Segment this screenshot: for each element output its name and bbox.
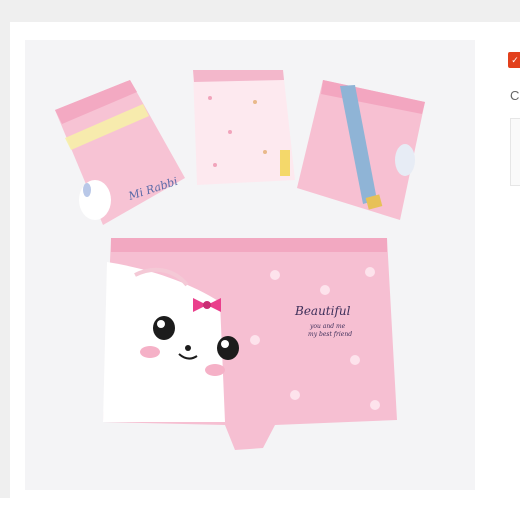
- main-underwear: Beautiful you and me my best friend: [103, 238, 397, 450]
- folded-underwear-right: [297, 80, 425, 220]
- folded-underwear-middle: [193, 70, 295, 185]
- bottom-strip: [0, 498, 520, 520]
- side-option-box[interactable]: [510, 118, 520, 186]
- folded-underwear-left: Mi Rabbi: [55, 80, 185, 225]
- product-photo: Mi Rabbi Beautiful you and me my best fr…: [55, 70, 425, 450]
- print-title: Beautiful: [294, 304, 351, 318]
- product-image[interactable]: Mi Rabbi Beautiful you and me my best fr…: [25, 40, 475, 490]
- check-icon[interactable]: ✓: [508, 52, 520, 68]
- print-line-1: you and me: [309, 323, 346, 330]
- print-line-2: my best friend: [308, 331, 352, 338]
- side-panel-label: C: [510, 88, 520, 103]
